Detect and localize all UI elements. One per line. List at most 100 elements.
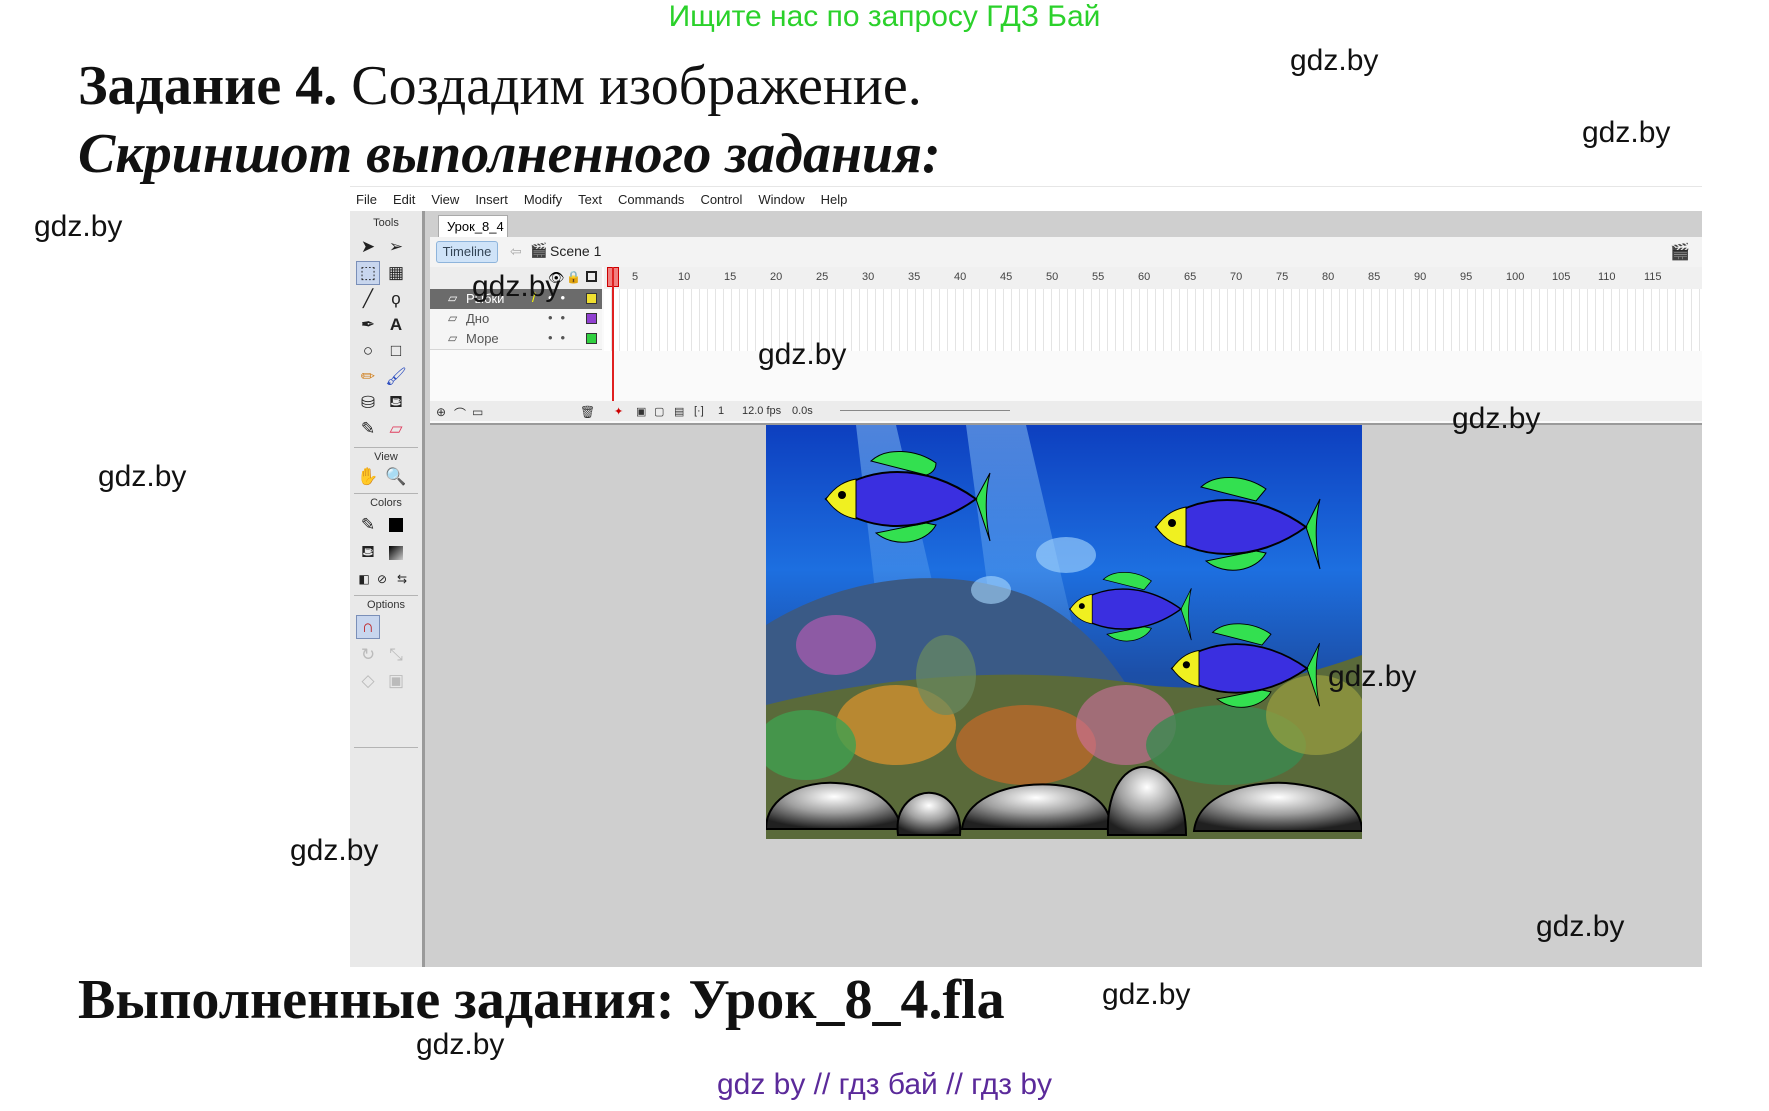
swap-colors-icon[interactable]: ⇆: [390, 567, 414, 591]
menu-window[interactable]: Window: [758, 192, 804, 207]
add-layer-icon[interactable]: ⊕: [436, 405, 446, 419]
pencil-tool-icon[interactable]: ✏: [356, 365, 380, 389]
gradient-transform-tool-icon[interactable]: ▦: [384, 261, 408, 285]
ruler-tick: 85: [1368, 271, 1381, 283]
frame-rate: 12.0 fps: [742, 405, 782, 417]
envelope-option-icon[interactable]: ▣: [384, 669, 408, 693]
ruler-tick: 35: [908, 271, 921, 283]
scale-option-icon[interactable]: ⤡: [384, 643, 408, 667]
seaweed: [916, 635, 976, 715]
paint-bucket-tool-icon[interactable]: ⛾: [384, 391, 408, 415]
timeline-scrollbar[interactable]: [840, 410, 1010, 411]
rectangle-tool-icon[interactable]: □: [384, 339, 408, 363]
playhead-line: [612, 267, 614, 421]
eyedropper-tool-icon[interactable]: ✎: [356, 417, 380, 441]
ink-bottle-tool-icon[interactable]: ⛁: [356, 391, 380, 415]
arrow-tool-icon[interactable]: ➤: [356, 235, 380, 259]
pen-tool-icon[interactable]: ✒: [356, 313, 380, 337]
zoom-tool-icon[interactable]: 🔍: [384, 465, 408, 489]
ruler-tick: 75: [1276, 271, 1289, 283]
text-tool-icon[interactable]: A: [384, 313, 408, 337]
scene-icon: 🎬: [530, 242, 548, 258]
trash-icon[interactable]: 🗑: [580, 405, 595, 419]
document-tab[interactable]: Урок_8_4: [438, 215, 508, 237]
layer-color-swatch[interactable]: [586, 313, 597, 324]
menu-text[interactable]: Text: [578, 192, 602, 207]
colors-section-label: Colors: [370, 497, 402, 509]
menu-file[interactable]: File: [356, 192, 377, 207]
view-divider: [354, 493, 418, 494]
back-arrow-icon[interactable]: ⇦: [510, 243, 522, 260]
coral: [956, 705, 1096, 785]
scene-label[interactable]: Scene 1: [550, 243, 601, 259]
subselect-tool-icon[interactable]: ➢: [384, 235, 408, 259]
frame-ruler[interactable]: 5 10 15 20 25 30 35 40 45 50 55 60 65 70 75 80 85 90 95 100…: [604, 267, 1702, 290]
rotate-option-icon[interactable]: ↻: [356, 643, 380, 667]
ruler-tick: 20: [770, 271, 783, 283]
tools-divider: [354, 447, 418, 448]
colors-divider: [354, 595, 418, 596]
timeline-toolbar: Timeline ⇦ 🎬 Scene 1 🎬: [430, 237, 1702, 268]
onion-outline-icon[interactable]: ▢: [654, 405, 664, 418]
hand-tool-icon[interactable]: ✋: [356, 465, 380, 489]
tools-section-label: Tools: [373, 217, 399, 229]
lock-icon[interactable]: 🔒: [566, 270, 581, 284]
menu-edit[interactable]: Edit: [393, 192, 415, 207]
watermark: gdz.by: [416, 1028, 505, 1061]
center-frame-icon[interactable]: ✦: [614, 405, 623, 418]
stroke-color-icon[interactable]: ✎: [356, 513, 380, 537]
document-area: Урок_8_4 Timeline ⇦ 🎬 Scene 1 🎬 👁 🔒 ▱ Ры…: [430, 211, 1702, 967]
snap-magnet-icon[interactable]: ∩: [356, 615, 380, 639]
fill-swatch[interactable]: [384, 541, 408, 565]
ruler-tick: 25: [816, 271, 829, 283]
onion-markers-icon[interactable]: [·]: [694, 405, 704, 417]
onion-skin-icon[interactable]: ▣: [636, 405, 646, 418]
timeline-button[interactable]: Timeline: [436, 241, 498, 263]
line-tool-icon[interactable]: ╱: [356, 287, 380, 311]
menu-commands[interactable]: Commands: [618, 192, 684, 207]
ruler-tick: 55: [1092, 271, 1105, 283]
options-divider: [354, 747, 418, 748]
stroke-swatch[interactable]: [384, 513, 408, 537]
fill-color-icon[interactable]: ⛾: [356, 541, 380, 565]
menu-view[interactable]: View: [431, 192, 459, 207]
brush-tool-icon[interactable]: 🖌: [384, 365, 408, 389]
menu-modify[interactable]: Modify: [524, 192, 562, 207]
layer-name: Море: [466, 331, 499, 346]
layer-name: Дно: [466, 311, 490, 326]
free-transform-tool-icon[interactable]: ⬚: [356, 261, 380, 285]
search-ad-banner[interactable]: Ищите нас по запросу ГДЗ Бай: [0, 0, 1769, 34]
outline-icon[interactable]: [586, 271, 597, 282]
footer-links: gdz by // гдз бай // гдз by: [716, 1068, 1053, 1101]
eraser-tool-icon[interactable]: ▱: [384, 417, 408, 441]
menu-bar: File Edit View Insert Modify Text Comman…: [350, 187, 1702, 211]
ruler-tick: 95: [1460, 271, 1473, 283]
ruler-tick: 80: [1322, 271, 1335, 283]
ruler-tick: 105: [1552, 271, 1571, 283]
layer-color-swatch[interactable]: [586, 333, 597, 344]
menu-insert[interactable]: Insert: [475, 192, 508, 207]
layer-row[interactable]: ▱ Дно ••: [430, 309, 602, 330]
watermark: gdz.by: [98, 460, 187, 493]
add-folder-icon[interactable]: ▭: [472, 405, 483, 419]
menu-control[interactable]: Control: [700, 192, 742, 207]
ruler-tick: 100: [1506, 271, 1525, 283]
stage-canvas[interactable]: [766, 425, 1362, 839]
layer-color-swatch[interactable]: [586, 293, 597, 304]
ruler-tick: 60: [1138, 271, 1151, 283]
add-guide-icon[interactable]: ⌒: [454, 405, 466, 422]
distort-option-icon[interactable]: ◇: [356, 669, 380, 693]
stage-pasteboard: [430, 425, 1702, 967]
edit-multiple-icon[interactable]: ▤: [674, 405, 684, 418]
coral: [796, 615, 876, 675]
menu-help[interactable]: Help: [821, 192, 848, 207]
watermark: gdz.by: [1536, 910, 1625, 943]
task-title: Создадим изображение.: [337, 55, 922, 117]
layer-icon: ▱: [448, 331, 458, 345]
oval-tool-icon[interactable]: ○: [356, 339, 380, 363]
ruler-tick: 110: [1598, 271, 1616, 283]
lasso-tool-icon[interactable]: ϙ: [384, 287, 408, 311]
edit-scene-icon[interactable]: 🎬: [1670, 242, 1690, 262]
underwater-scene: [766, 425, 1362, 839]
layer-row[interactable]: ▱ Море ••: [430, 329, 602, 350]
